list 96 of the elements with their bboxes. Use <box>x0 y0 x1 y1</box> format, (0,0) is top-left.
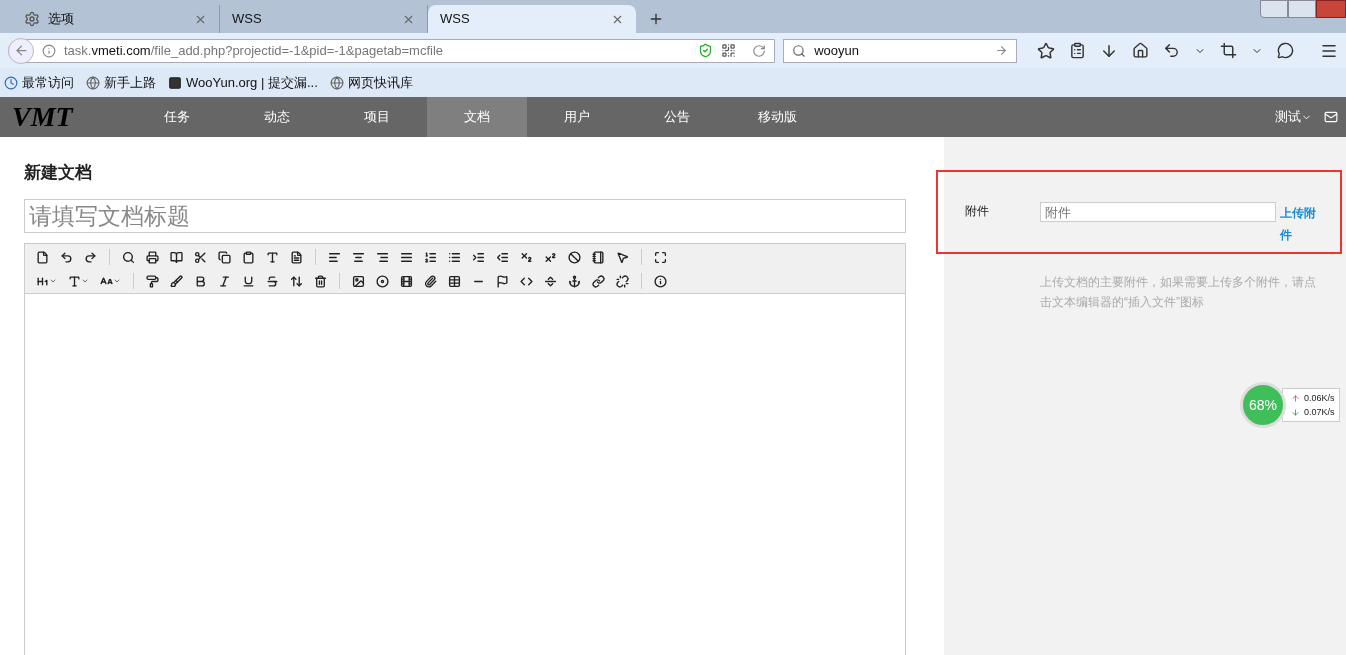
caret-icon <box>81 277 89 285</box>
back-button[interactable] <box>8 37 34 64</box>
globe-icon <box>86 75 100 90</box>
upload-arrow-icon <box>1291 393 1300 403</box>
info-icon[interactable] <box>42 43 56 58</box>
new-tab-icon[interactable] <box>648 11 664 27</box>
search-field[interactable]: wooyun <box>783 38 1017 63</box>
search-icon <box>792 43 807 58</box>
attachment-label: 附件 <box>965 203 990 220</box>
align-justify-icon <box>400 250 413 264</box>
mail-icon[interactable] <box>1324 110 1338 124</box>
browser-tab[interactable]: WSS <box>428 5 636 33</box>
trash-icon <box>314 274 327 288</box>
site-icon <box>168 75 182 90</box>
go-icon[interactable] <box>995 44 1008 57</box>
ordered-list-icon <box>424 250 437 264</box>
paperclip-icon <box>424 274 437 288</box>
unlink-icon <box>616 274 629 288</box>
caret-icon <box>113 277 121 285</box>
copy-icon <box>218 250 231 264</box>
search-icon <box>122 250 135 264</box>
paste-word-icon <box>290 250 303 264</box>
home-icon[interactable] <box>1132 42 1149 59</box>
flag-icon <box>496 274 509 288</box>
background-color-icon <box>170 274 183 288</box>
new-page-icon <box>36 250 49 264</box>
notebook-icon <box>592 250 605 264</box>
image-icon <box>352 274 365 288</box>
caret-icon <box>49 277 57 285</box>
download-arrow-icon <box>1291 407 1300 417</box>
attachment-field[interactable]: 附件 <box>1040 202 1277 222</box>
restore-button[interactable] <box>1288 0 1316 18</box>
bookmark-link[interactable]: 网页快讯库 <box>347 72 413 93</box>
reading-list-icon[interactable] <box>1069 42 1086 59</box>
pointer-icon <box>616 250 629 264</box>
page-title: 新建文档 <box>24 162 93 184</box>
globe-icon <box>329 75 344 90</box>
disc-icon <box>376 274 389 288</box>
bookmark-link[interactable]: WooYun.org | 提交漏... <box>186 72 318 93</box>
upload-attachment-link[interactable]: 上传附件 <box>1280 202 1320 246</box>
line-height-icon <box>290 274 303 288</box>
font-icon <box>68 274 81 288</box>
subscript-icon <box>520 250 533 264</box>
clipboard-icon <box>242 250 255 264</box>
upload-speed: 0.06K/s <box>1304 392 1335 405</box>
nav-tab[interactable]: 动态 <box>227 97 327 137</box>
bullet-list-icon <box>448 250 461 264</box>
undo-icon <box>60 250 73 264</box>
gear-icon <box>24 11 40 27</box>
outdent-icon <box>496 250 509 264</box>
fullscreen-icon <box>654 250 667 264</box>
underline-icon <box>242 274 255 288</box>
align-right-icon <box>376 250 389 264</box>
url-field[interactable]: task.vmeti.com/file_add.php?projectid=-1&pid=-1&pagetab=mcfile <box>8 38 776 63</box>
download-speed: 0.07K/s <box>1304 406 1335 419</box>
nav-tab[interactable]: 项目 <box>327 97 427 137</box>
link-icon <box>592 274 605 288</box>
minimize-button[interactable] <box>1260 0 1288 18</box>
url-text: task.vmeti.com/file_add.php?projectid=-1&pid=-1&pagetab=mcfile <box>64 41 445 60</box>
undo-arrow-icon[interactable] <box>1163 42 1180 59</box>
align-left-icon <box>328 250 341 264</box>
strikethrough-icon <box>266 274 279 288</box>
qr-code-icon[interactable] <box>721 43 737 58</box>
bookmark-link[interactable]: 新手上路 <box>104 72 156 93</box>
nav-tab[interactable]: 任务 <box>127 97 227 137</box>
printer-icon <box>146 250 159 264</box>
indent-icon <box>472 250 485 264</box>
nav-tab[interactable]: 公告 <box>627 97 727 137</box>
bookmark-link[interactable]: 最常访问 <box>22 72 74 93</box>
reload-icon[interactable] <box>752 43 767 58</box>
align-center-icon <box>352 250 365 264</box>
table-icon <box>448 274 461 288</box>
film-icon <box>400 274 413 288</box>
redo-icon <box>84 250 97 264</box>
bold-icon <box>194 274 207 288</box>
nav-tab[interactable]: 文档 <box>427 97 527 137</box>
anchor-icon <box>568 274 581 288</box>
user-menu[interactable]: 测试 <box>1275 107 1312 127</box>
text-color-icon <box>146 274 159 288</box>
scissors-icon <box>194 250 207 264</box>
logo: VMT <box>11 100 75 134</box>
page-break-icon <box>544 274 557 288</box>
title-field[interactable]: 请填写文档标题 <box>24 199 906 233</box>
paste-text-icon <box>266 250 279 264</box>
italic-icon <box>218 274 231 288</box>
clock-icon <box>4 75 18 90</box>
star-icon[interactable] <box>1037 41 1055 60</box>
nav-tab[interactable]: 用户 <box>527 97 627 137</box>
superscript-icon <box>544 250 557 264</box>
chat-icon[interactable] <box>1277 42 1294 59</box>
shield-icon[interactable] <box>698 43 714 58</box>
info-icon <box>654 274 667 288</box>
clear-format-icon <box>568 250 581 264</box>
nav-tab[interactable]: 移动版 <box>727 97 827 137</box>
book-icon <box>170 250 183 264</box>
crop-icon[interactable] <box>1220 42 1237 59</box>
